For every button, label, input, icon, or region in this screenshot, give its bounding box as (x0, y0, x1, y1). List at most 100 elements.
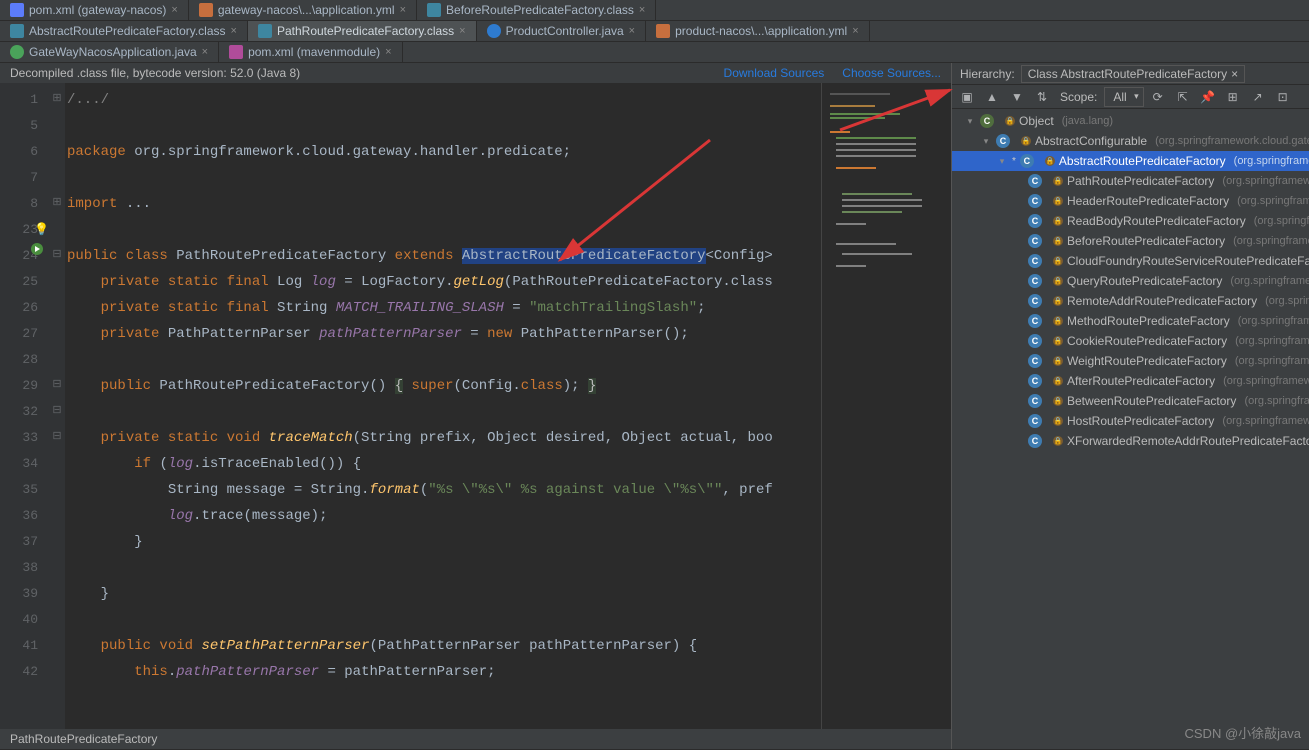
hierarchy-item[interactable]: C🔒 HostRoutePredicateFactory(org.springf… (952, 411, 1309, 431)
close-tab-icon[interactable]: × (639, 4, 645, 16)
class-label: AbstractConfigurable (1035, 134, 1147, 148)
subtypes-icon[interactable]: ▼ (1006, 87, 1028, 107)
expand-arrow-icon[interactable]: ▾ (964, 116, 976, 127)
lock-icon: 🔒 (1053, 176, 1063, 186)
hierarchy-toolbar: ▣ ▲ ▼ ⇅ Scope: All ⟳ ⇱ 📌 ⊞ ↗ ⊡ (952, 85, 1309, 109)
editor-tab[interactable]: ProductController.java × (477, 21, 647, 41)
hierarchy-tree[interactable]: ▾C🔒 Object(java.lang)▾C🔒 AbstractConfigu… (952, 109, 1309, 749)
hierarchy-item[interactable]: ▾C🔒 AbstractConfigurable(org.springframe… (952, 131, 1309, 151)
expand-icon[interactable]: ⊞ (1222, 87, 1244, 107)
hierarchy-item[interactable]: C🔒 RemoteAddrRoutePredicateFactory(org.s… (952, 291, 1309, 311)
lock-icon: 🔒 (1045, 156, 1055, 166)
breadcrumb-item[interactable]: PathRoutePredicateFactory (10, 732, 157, 746)
file-icon (199, 3, 213, 17)
pin-icon[interactable]: 📌 (1197, 87, 1219, 107)
class-icon: C (1028, 274, 1042, 288)
hierarchy-item[interactable]: C🔒 CloudFoundryRouteServiceRoutePredicat… (952, 251, 1309, 271)
hierarchy-class-tab[interactable]: Class AbstractRoutePredicateFactory × (1021, 65, 1245, 83)
class-label: BeforeRoutePredicateFactory (1067, 234, 1225, 248)
close-tab-icon[interactable]: × (629, 25, 635, 37)
package-note: (org.springframewo (1230, 275, 1309, 287)
hierarchy-item[interactable]: C🔒 HeaderRoutePredicateFactory(org.sprin… (952, 191, 1309, 211)
tab-label: pom.xml (gateway-nacos) (29, 3, 166, 17)
tab-label: ProductController.java (506, 24, 624, 38)
download-sources-link[interactable]: Download Sources (724, 66, 825, 80)
class-icon: C (1028, 374, 1042, 388)
file-icon (656, 24, 670, 38)
class-icon: C (1028, 294, 1042, 308)
package-note: (org.springfr (1265, 295, 1309, 307)
lock-icon: 🔒 (1053, 416, 1063, 426)
package-note: (org.springframew (1235, 355, 1309, 367)
refresh-icon[interactable]: ⟳ (1147, 87, 1169, 107)
expand-arrow-icon[interactable]: ▾ (980, 136, 992, 147)
hierarchy-item[interactable]: C🔒 BeforeRoutePredicateFactory(org.sprin… (952, 231, 1309, 251)
tab-label: AbstractRoutePredicateFactory.class (29, 24, 226, 38)
editor-tab[interactable]: gateway-nacos\...\application.yml × (189, 0, 417, 20)
close-tab-icon[interactable]: × (171, 4, 177, 16)
expand-arrow-icon[interactable]: ▾ (996, 156, 1008, 167)
package-note: (org.springframew (1235, 335, 1309, 347)
lock-icon: 🔒 (1053, 396, 1063, 406)
class-icon: C (996, 134, 1010, 148)
supertypes-icon[interactable]: ▲ (981, 87, 1003, 107)
hierarchy-item[interactable]: C🔒 ReadBodyRoutePredicateFactory(org.spr… (952, 211, 1309, 231)
hierarchy-item[interactable]: C🔒 WeightRoutePredicateFactory(org.sprin… (952, 351, 1309, 371)
editor-tab[interactable]: product-nacos\...\application.yml× (646, 21, 870, 41)
close-panel-icon[interactable]: ⊡ (1272, 87, 1294, 107)
class-icon: C (1028, 334, 1042, 348)
package-note: (org.springframew (1233, 235, 1309, 247)
class-icon: C (1028, 234, 1042, 248)
fold-column[interactable]: ⊞ ⊞ 💡 ⊟ ⊟ ⊟ ⊟ (52, 83, 65, 729)
export-icon[interactable]: ↗ (1247, 87, 1269, 107)
lock-icon: 🔒 (1005, 116, 1015, 126)
sort-icon[interactable]: ⇅ (1031, 87, 1053, 107)
editor-tabs: pom.xml (gateway-nacos)×gateway-nacos\..… (0, 0, 1309, 63)
close-tab-icon[interactable]: × (231, 25, 237, 37)
close-tab-icon[interactable]: × (202, 46, 208, 58)
hierarchy-item[interactable]: ▾*C🔒 AbstractRoutePredicateFactory(org.s… (952, 151, 1309, 171)
hierarchy-title-label: Hierarchy: (960, 67, 1015, 81)
lock-icon: 🔒 (1053, 256, 1063, 266)
class-icon: C (1028, 214, 1042, 228)
hierarchy-item[interactable]: C🔒 XForwardedRemoteAddrRoutePredicateFac… (952, 431, 1309, 451)
file-icon (10, 3, 24, 17)
class-label: HeaderRoutePredicateFactory (1067, 194, 1229, 208)
hierarchy-item[interactable]: C🔒 BetweenRoutePredicateFactory(org.spri… (952, 391, 1309, 411)
hierarchy-item[interactable]: C🔒 PathRoutePredicateFactory(org.springf… (952, 171, 1309, 191)
tab-label: gateway-nacos\...\application.yml (218, 3, 395, 17)
editor-tab[interactable]: pom.xml (gateway-nacos) × (0, 0, 189, 20)
lock-icon: 🔒 (1053, 336, 1063, 346)
hierarchy-item[interactable]: C🔒 MethodRoutePredicateFactory(org.sprin… (952, 311, 1309, 331)
hierarchy-item[interactable]: C🔒 QueryRoutePredicateFactory(org.spring… (952, 271, 1309, 291)
class-hierarchy-icon[interactable]: ▣ (956, 87, 978, 107)
hierarchy-header: Hierarchy: Class AbstractRoutePredicateF… (952, 63, 1309, 85)
editor-tab[interactable]: PathRoutePredicateFactory.class× (248, 21, 477, 41)
close-tab-icon[interactable]: × (400, 4, 406, 16)
file-icon (427, 3, 441, 17)
choose-sources-link[interactable]: Choose Sources... (842, 66, 941, 80)
editor[interactable]: 1567823242526272829323334353637383940414… (0, 83, 951, 729)
autoscroll-icon[interactable]: ⇱ (1172, 87, 1194, 107)
tab-label: BeforeRoutePredicateFactory.class (446, 3, 634, 17)
editor-tab[interactable]: pom.xml (mavenmodule)× (219, 42, 402, 62)
hierarchy-item[interactable]: C 🔒 CookieRoutePredicateFactory (org.sprin… (952, 331, 1309, 351)
class-label: CookieRoutePredicateFactory (1067, 334, 1227, 348)
class-label: BetweenRoutePredicateFactory (1067, 394, 1236, 408)
minimap[interactable] (821, 83, 951, 729)
close-tab-icon[interactable]: × (385, 46, 391, 58)
hierarchy-item[interactable]: C🔒 AfterRoutePredicateFactory(org.spring… (952, 371, 1309, 391)
editor-tab[interactable]: BeforeRoutePredicateFactory.class × (417, 0, 656, 20)
class-label: XForwardedRemoteAddrRoutePredicateFactor… (1067, 434, 1309, 448)
hierarchy-item[interactable]: ▾C🔒 Object(java.lang) (952, 111, 1309, 131)
editor-tab[interactable]: AbstractRoutePredicateFactory.class × (0, 21, 248, 41)
close-tab-icon[interactable]: × (852, 25, 858, 37)
class-label: WeightRoutePredicateFactory (1067, 354, 1227, 368)
scope-selector[interactable]: All (1104, 87, 1143, 107)
close-icon[interactable]: × (1231, 67, 1238, 81)
code-content[interactable]: /.../ package org.springframework.cloud.… (65, 83, 821, 729)
editor-tab[interactable]: GateWayNacosApplication.java× (0, 42, 219, 62)
file-icon (258, 24, 272, 38)
breadcrumb-bar[interactable]: PathRoutePredicateFactory (0, 729, 951, 749)
close-tab-icon[interactable]: × (459, 25, 465, 37)
